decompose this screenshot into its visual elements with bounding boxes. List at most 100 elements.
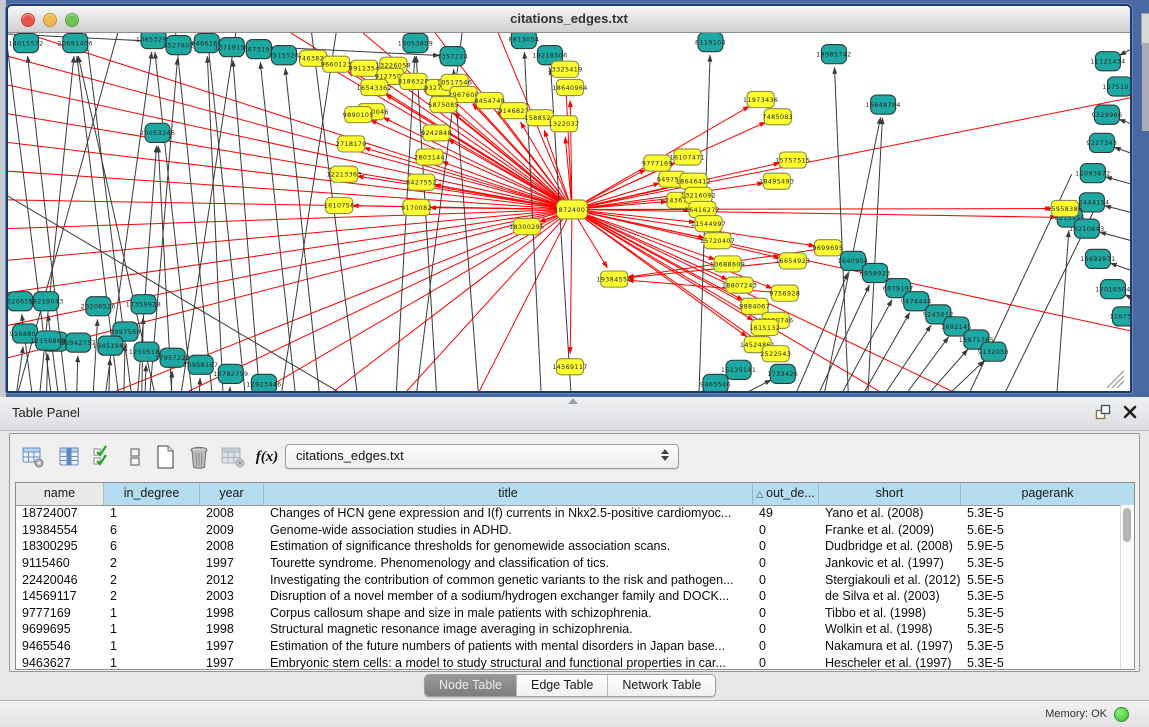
citation-edge-black[interactable] [867,118,882,391]
citation-edge-black[interactable] [1114,147,1130,156]
function-builder-button[interactable]: f(x) [252,442,282,472]
citation-edge-black[interactable] [205,33,247,391]
citation-edge-red[interactable] [370,120,572,210]
table-row[interactable]: 946554611997Estimation of the future num… [16,638,1121,655]
graph-node-label: 12213363 [327,171,362,178]
column-header-in_degree[interactable]: in_degree [104,483,200,505]
table-selector-dropdown[interactable]: citations_edges.txt [285,444,679,469]
graph-node-label: 16782759 [213,371,248,378]
table-cell: 1998 [200,622,264,636]
column-header-year[interactable]: year [200,483,264,505]
resize-grip[interactable] [1107,371,1124,388]
citation-edge-black[interactable] [894,337,948,391]
table-row[interactable]: 969969511998Structural magnetic resonanc… [16,621,1121,638]
column-header-short[interactable]: short [819,483,961,505]
citation-edge-red[interactable] [229,209,572,391]
column-header-title[interactable]: title [264,483,753,505]
graph-node-label: 18646412 [676,179,711,186]
table-settings-button[interactable] [18,442,48,472]
table-cell: 5.5E-5 [961,573,1121,587]
float-panel-icon[interactable] [1095,404,1111,425]
citation-edge-black[interactable] [1099,232,1130,243]
table-cell: 1997 [200,556,264,570]
select-columns-button[interactable] [88,442,118,472]
citation-edge-black[interactable] [1105,177,1130,187]
citation-edge-black[interactable] [14,346,23,391]
network-graph-svg[interactable]: 1872400714015572206914061085329715276026… [8,33,1130,391]
graph-node-label: 16107471 [670,154,705,161]
citation-edge-black[interactable] [174,33,214,391]
citation-edge-black[interactable] [1125,295,1130,302]
citation-edge-red[interactable] [8,199,572,209]
citation-edge-black[interactable] [233,60,261,391]
citation-edge-black[interactable] [833,300,892,391]
citation-edge-black[interactable] [144,365,146,391]
table-row[interactable]: 911546021997Tourette syndrome. Phenomeno… [16,555,1121,572]
citation-edge-red[interactable] [383,117,572,209]
split-divider-handle[interactable] [568,398,578,404]
table-row[interactable]: 1830029562008Estimation of significance … [16,538,1121,555]
citation-edge-black[interactable] [914,349,968,391]
citation-edge-red[interactable] [8,139,572,210]
row-height-button[interactable] [120,442,150,472]
citation-edge-red[interactable] [8,169,572,209]
table-scrollbar[interactable] [1120,505,1134,669]
zoom-window-button[interactable] [65,13,79,27]
citation-edge-black[interactable] [932,361,984,391]
table-row[interactable]: 946362711997Embryonic stem cells: a mode… [16,654,1121,669]
citation-edge-black[interactable] [854,313,910,391]
citation-edge-black[interactable] [1056,231,1069,391]
citation-edge-red[interactable] [8,209,572,262]
table-cell: Changes of HCN gene expression and I(f) … [264,506,753,520]
citation-edge-black[interactable] [1110,263,1130,273]
citation-edge-black[interactable] [834,67,848,391]
close-panel-icon[interactable] [1123,405,1137,424]
column-header-name[interactable]: name [16,483,104,505]
table-row[interactable]: 1938455462009Genome-wide association stu… [16,522,1121,539]
table-row[interactable]: 2242004622012Investigating the contribut… [16,571,1121,588]
table-row[interactable]: 1872400712008Changes of HCN gene express… [16,505,1121,522]
graph-node-label: 13325419 [547,67,582,74]
citation-edge-red[interactable] [570,209,572,353]
delete-column-button[interactable] [184,442,214,472]
delete-table-button-disabled [218,442,248,472]
graph-node-label: 8454749 [474,98,505,105]
citation-edge-black[interactable] [454,69,480,391]
graph-node-label: 15958386 [1047,206,1082,213]
network-canvas[interactable]: 1872400714015572206914061085329715276026… [8,33,1130,391]
table-row[interactable]: 1456911722003Disruption of a novel membe… [16,588,1121,605]
citation-edge-red[interactable] [572,208,1052,209]
close-window-button[interactable] [21,13,35,27]
citation-edge-black[interactable] [199,378,200,391]
citation-edge-black[interactable] [1120,45,1130,55]
citation-edge-black[interactable] [207,56,223,391]
graph-node-label: 9997588 [110,329,141,336]
network-window-titlebar[interactable]: citations_edges.txt [8,6,1130,33]
graph-node-label: 18300295 [509,224,544,231]
table-scrollbar-thumb[interactable] [1123,508,1131,542]
citation-edge-black[interactable] [260,62,297,391]
column-header-out_de[interactable]: △out_de... [753,483,819,505]
column-header-pagerank[interactable]: pagerank [961,483,1134,505]
citation-edge-black[interactable] [1119,119,1130,126]
table-cell: 0 [753,639,819,653]
table-cell: 0 [753,622,819,636]
citation-edge-black[interactable] [92,319,97,391]
table-row[interactable]: 977716911998Corpus callosum shape and si… [16,605,1121,622]
minimize-window-button[interactable] [43,13,57,27]
tab-node-table[interactable]: Node Table [425,675,517,696]
new-column-button[interactable] [150,442,180,472]
memory-status-indicator[interactable] [1114,707,1129,722]
citation-edge-black[interactable] [76,356,78,391]
citation-edge-red[interactable] [572,209,1057,217]
table-cell: 2012 [200,573,264,587]
citation-edge-red[interactable] [572,94,1130,210]
graph-node-label: 15720407 [700,238,735,245]
tab-network-table[interactable]: Network Table [608,675,715,696]
citation-edge-black[interactable] [123,345,125,391]
tab-edge-table[interactable]: Edge Table [517,675,608,696]
citation-edge-black[interactable] [1105,206,1130,215]
table-cell: 1997 [200,639,264,653]
column-visibility-button[interactable] [54,442,84,472]
citation-edge-black[interactable] [229,387,230,391]
